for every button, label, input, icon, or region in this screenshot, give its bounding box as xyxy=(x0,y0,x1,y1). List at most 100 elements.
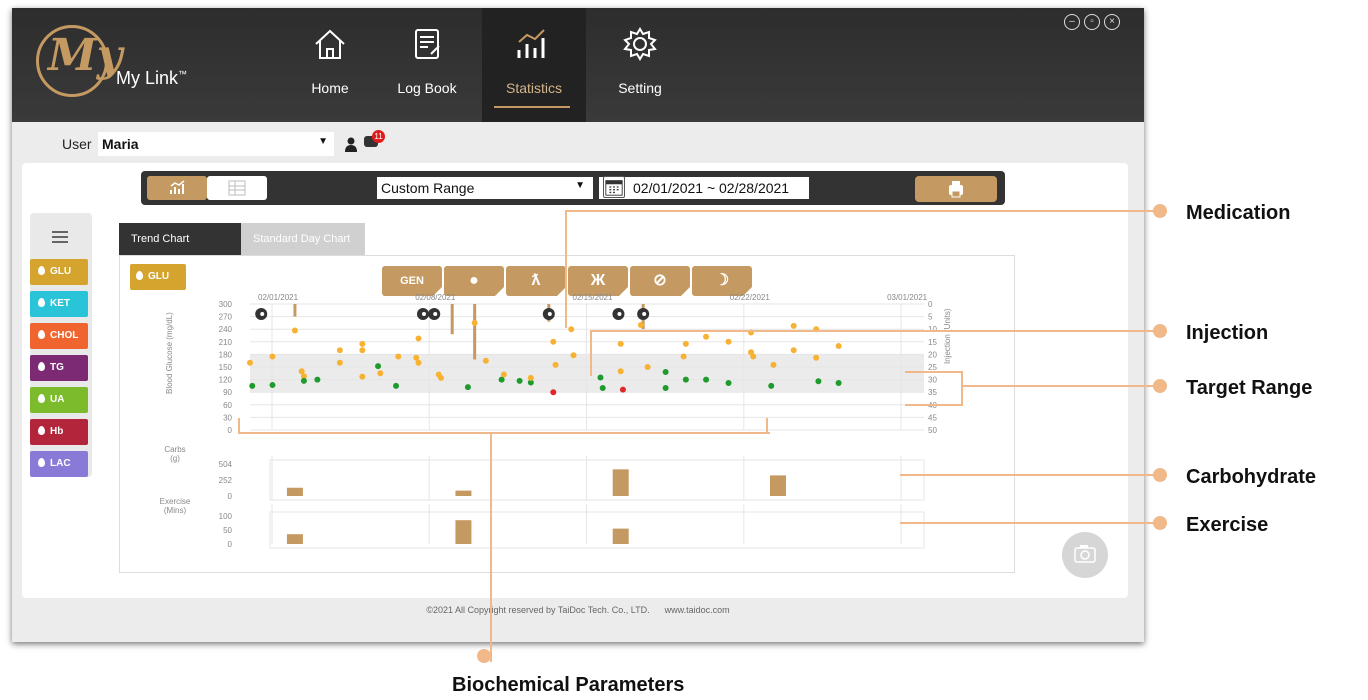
glucose-point xyxy=(568,326,575,333)
glucose-point xyxy=(269,382,276,389)
nav-home[interactable]: Home xyxy=(280,8,380,122)
menu-icon[interactable] xyxy=(52,231,68,243)
annotation-label: Exercise xyxy=(1186,514,1269,536)
exercise-bar xyxy=(612,528,629,544)
exercise-tick-label: 0 xyxy=(228,540,233,549)
restore-icon[interactable]: ▫ xyxy=(1084,14,1100,30)
camera-icon xyxy=(1074,545,1096,563)
annotation-label: Medication xyxy=(1186,202,1291,224)
param-label: LAC xyxy=(50,458,71,469)
user-select[interactable]: Maria ▼ xyxy=(98,132,334,156)
y2-tick-label: 0 xyxy=(928,300,933,309)
glucose-point xyxy=(703,376,710,383)
date-range-field[interactable]: 02/01/2021 ~ 02/28/2021 xyxy=(599,177,809,199)
range-select[interactable]: Custom Range ▼ xyxy=(377,177,593,199)
glucose-point xyxy=(662,369,669,376)
annotation-dot xyxy=(1153,516,1167,530)
annotation-line xyxy=(565,210,567,328)
glucose-point xyxy=(249,382,256,389)
injection-bar xyxy=(450,304,454,335)
param-hb[interactable]: Hb xyxy=(30,419,88,445)
drop-icon xyxy=(38,330,45,339)
glucose-point xyxy=(550,338,557,345)
tab-trend-chart[interactable]: Trend Chart xyxy=(119,223,241,255)
glucose-point xyxy=(336,347,343,354)
param-chol[interactable]: CHOL xyxy=(30,323,88,349)
glucose-point xyxy=(395,353,402,360)
param-ua[interactable]: UA xyxy=(30,387,88,413)
glucose-point xyxy=(637,322,644,328)
nav-setting[interactable]: Setting xyxy=(590,8,690,122)
param-label: Hb xyxy=(50,426,64,437)
medication-marker-dot xyxy=(421,312,426,316)
glucose-point xyxy=(359,340,366,347)
carbs-bar xyxy=(612,469,629,496)
y-tick-label: 150 xyxy=(219,363,233,372)
annotation-dot xyxy=(1153,379,1167,393)
param-label: CHOL xyxy=(50,330,79,341)
chart-view-icon xyxy=(170,180,185,194)
glucose-point xyxy=(682,340,689,347)
carbs-tick-label: 0 xyxy=(228,492,233,501)
annotation-line xyxy=(900,474,1160,476)
annotation-line xyxy=(565,210,1155,212)
close-icon[interactable]: × xyxy=(1104,14,1120,30)
user-label: User xyxy=(62,136,92,152)
glucose-point xyxy=(359,347,366,354)
y-tick-label: 120 xyxy=(219,376,233,385)
date-label: 02/15/2021 xyxy=(573,293,614,302)
exercise-bar xyxy=(455,520,472,544)
annotation-line xyxy=(238,432,770,434)
glucose-point xyxy=(815,378,822,385)
date-label: 02/08/2021 xyxy=(415,293,456,302)
user-name: Maria xyxy=(102,136,139,152)
footer: ©2021 All Copyright reserved by TaiDoc T… xyxy=(12,598,1144,628)
y-tick-label: 180 xyxy=(219,350,233,359)
y-tick-label: 240 xyxy=(219,325,233,334)
drop-icon xyxy=(38,362,45,371)
medication-marker-dot xyxy=(547,312,552,316)
annotation-line xyxy=(590,330,592,376)
date-range-text: 02/01/2021 ~ 02/28/2021 xyxy=(633,180,790,196)
annotation-label: Biochemical Parameters xyxy=(452,674,685,696)
glucose-point xyxy=(482,357,489,364)
param-label: UA xyxy=(50,394,65,405)
nav-home-label: Home xyxy=(311,80,349,96)
drop-icon xyxy=(38,458,45,467)
person-icon[interactable] xyxy=(344,137,358,153)
annotation-label: Target Range xyxy=(1186,377,1313,399)
glucose-point xyxy=(662,385,669,391)
glucose-point xyxy=(550,389,557,396)
y2-axis-title: Injection (Units) xyxy=(943,308,952,364)
tab-standard-day-chart[interactable]: Standard Day Chart xyxy=(241,223,365,255)
medication-marker-dot xyxy=(617,312,622,316)
date-label: 02/22/2021 xyxy=(730,293,771,302)
home-icon xyxy=(315,29,345,59)
param-lac[interactable]: LAC xyxy=(30,451,88,477)
trend-chart: 3002702402101801501209060300051015202530… xyxy=(160,293,952,549)
annotation-dot xyxy=(1153,324,1167,338)
annotation-label: Injection xyxy=(1186,322,1269,344)
param-tg[interactable]: TG xyxy=(30,355,88,381)
nav-logbook[interactable]: Log Book xyxy=(377,8,477,122)
param-glu[interactable]: GLU xyxy=(30,259,88,285)
printer-icon xyxy=(949,181,963,198)
date-label: 02/01/2021 xyxy=(258,293,299,302)
minimize-icon[interactable]: – xyxy=(1064,14,1080,30)
annotation-dot xyxy=(477,649,491,663)
nav-setting-label: Setting xyxy=(618,80,662,96)
annotation-dot xyxy=(1153,204,1167,218)
annotation-line xyxy=(905,404,963,406)
header-bar: My My Link™ Home Log Book Statistics Set… xyxy=(12,8,1144,122)
chart-view-button[interactable] xyxy=(147,176,207,200)
param-ket[interactable]: KET xyxy=(30,291,88,317)
carbs-tick-label: 252 xyxy=(219,476,233,485)
website-link[interactable]: www.taidoc.com xyxy=(665,605,730,615)
calendar-icon[interactable] xyxy=(603,176,625,198)
print-button[interactable] xyxy=(915,176,997,202)
camera-button[interactable] xyxy=(1062,532,1108,578)
table-view-button[interactable] xyxy=(207,176,267,200)
logo-mark: My xyxy=(48,30,123,81)
nav-statistics[interactable]: Statistics xyxy=(482,8,586,122)
medication-marker-dot xyxy=(642,312,647,316)
